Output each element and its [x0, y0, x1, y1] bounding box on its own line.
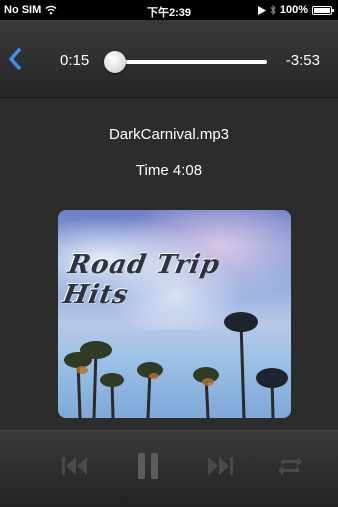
progress-thumb[interactable] [103, 51, 126, 73]
previous-icon [62, 457, 87, 475]
next-icon [208, 457, 233, 475]
progress-fill [105, 60, 267, 64]
album-artwork: Road Trip Hits [58, 210, 291, 418]
repeat-icon [278, 457, 302, 475]
progress-slider[interactable] [103, 51, 267, 73]
battery-icon [312, 5, 334, 15]
repeat-button[interactable] [270, 451, 310, 481]
pause-icon [138, 453, 158, 479]
previous-button[interactable] [55, 451, 95, 481]
back-button[interactable] [8, 48, 28, 72]
playback-controls [0, 430, 338, 507]
back-chevron-icon [9, 48, 21, 70]
track-duration: Time 4:08 [135, 162, 203, 179]
status-right: 100% [257, 4, 334, 16]
palm-trees-image [64, 312, 288, 418]
status-bar: No SIM 下午2:39 100% [0, 0, 338, 20]
battery-label: 100% [279, 4, 308, 16]
pause-button[interactable] [128, 451, 168, 481]
next-button[interactable] [200, 451, 240, 481]
remaining-time: -3:53 [285, 52, 320, 69]
elapsed-time: 0:15 [60, 52, 90, 69]
play-status-icon [257, 5, 266, 15]
player-header: 0:15 -3:53 [0, 20, 338, 98]
track-title: DarkCarnival.mp3 [108, 126, 230, 143]
bluetooth-icon [270, 5, 276, 15]
